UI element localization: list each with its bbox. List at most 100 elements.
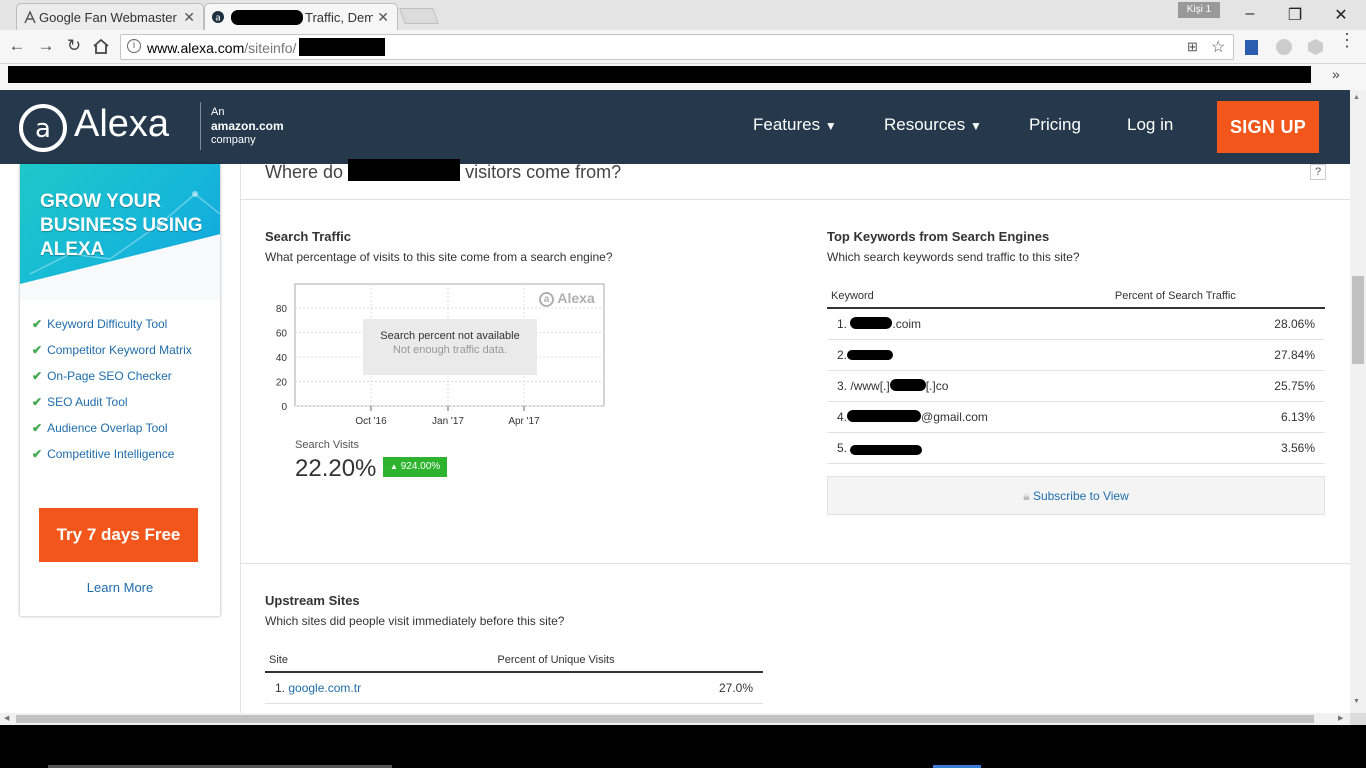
bookmark-star-icon[interactable]: ☆ (1211, 37, 1225, 57)
promo-banner: GROW YOUR BUSINESS USING ALEXA (20, 164, 220, 300)
svg-text:a: a (35, 114, 51, 144)
browser-tab-webmaster[interactable]: Google Fan Webmaster F ✕ (16, 3, 204, 30)
amazon-line-2: amazon.com (211, 119, 284, 133)
section-title-start: Where do (265, 162, 344, 182)
amazon-line-3: company (211, 134, 256, 146)
minimize-icon[interactable]: – (1240, 5, 1260, 23)
main-content: Where do visitors come from? ? Search Tr… (240, 159, 1350, 713)
dropdown-caret-icon: ▼ (824, 119, 837, 133)
translate-icon[interactable]: ⊞ (1187, 39, 1198, 55)
home-icon[interactable] (92, 38, 110, 55)
extension-globe-icon[interactable] (1276, 39, 1292, 55)
alexa-logo-icon[interactable]: a (18, 103, 68, 153)
row-number: 1. (837, 317, 848, 331)
feature-item[interactable]: ✔ Keyword Difficulty Tool (32, 317, 167, 331)
try-free-button[interactable]: Try 7 days Free (39, 508, 198, 562)
feature-label: Competitor Keyword Matrix (47, 343, 192, 357)
percent-cell: 3.56% (1110, 432, 1325, 464)
checkmark-icon: ✔ (32, 447, 43, 461)
site-link[interactable]: google.com.tr (288, 681, 361, 695)
x-tick-label: Oct '16 (355, 416, 387, 427)
extension-shield-icon[interactable] (1308, 39, 1323, 55)
upstream-subtitle: Which sites did people visit immediately… (265, 614, 565, 628)
dropdown-caret-icon: ▼ (970, 119, 982, 133)
divider (241, 563, 1350, 564)
back-icon[interactable]: ← (6, 36, 28, 56)
close-window-icon[interactable]: ✕ (1331, 5, 1351, 25)
divider (241, 199, 1350, 200)
table-header: Keyword Percent of Search Traffic (827, 285, 1325, 309)
table-row: 1. .coim 28.06% (827, 308, 1325, 340)
percent-cell: 25.75% (1110, 370, 1325, 402)
browser-tab-alexa[interactable]: a Traffic, Dem ✕ (204, 3, 398, 30)
tab-title: Traffic, Dem (305, 9, 373, 25)
y-tick-label: 20 (276, 378, 288, 389)
x-tick-label: Apr '17 (508, 416, 540, 427)
scrollbar-thumb[interactable] (1352, 276, 1364, 364)
svg-text:a: a (215, 14, 221, 24)
learn-more-link[interactable]: Learn More (20, 580, 220, 595)
redacted-block (850, 317, 893, 329)
checkmark-icon: ✔ (32, 369, 43, 383)
nav-resources[interactable]: Resources ▼ (884, 115, 982, 135)
menu-icon[interactable]: ⋮ (1338, 31, 1356, 49)
scroll-left-icon[interactable]: ◀ (4, 714, 9, 722)
search-traffic-title: Search Traffic (265, 229, 351, 244)
feature-item[interactable]: ✔ On-Page SEO Checker (32, 369, 172, 383)
row-number: 4. (837, 410, 848, 424)
scroll-right-icon[interactable]: ▶ (1338, 714, 1343, 722)
browser-toolbar: ← → ↻ i www.alexa.com/siteinfo/ ⊞ ☆ ⋮ (0, 30, 1366, 64)
keywords-title: Top Keywords from Search Engines (827, 229, 1050, 244)
alexa-logo-text[interactable]: Alexa (74, 103, 169, 146)
percent-cell: 27.0% (493, 672, 763, 704)
scroll-up-icon[interactable]: ▲ (1353, 94, 1360, 101)
search-visits-label: Search Visits (295, 439, 359, 451)
subscribe-to-view-link[interactable]: 🔒︎ Subscribe to View (827, 476, 1325, 515)
new-tab-button[interactable] (399, 8, 439, 24)
horizontal-scrollbar[interactable]: ◀ ▶ (0, 713, 1350, 725)
feature-label: SEO Audit Tool (47, 395, 128, 409)
up-arrow-icon: ▲ (390, 462, 398, 471)
nav-login[interactable]: Log in (1127, 115, 1173, 135)
feature-item[interactable]: ✔ Competitor Keyword Matrix (32, 343, 192, 357)
redacted-block (231, 10, 303, 25)
forward-icon[interactable]: → (35, 36, 57, 56)
webmaster-tab-icon (24, 10, 36, 24)
upstream-title: Upstream Sites (265, 593, 360, 608)
feature-item[interactable]: ✔ Audience Overlap Tool (32, 421, 168, 435)
help-icon[interactable]: ? (1310, 164, 1326, 180)
section-title: Where do visitors come from? (265, 159, 621, 183)
more-bookmarks-icon[interactable]: » (1332, 66, 1340, 82)
sign-up-button[interactable]: SIGN UP (1217, 101, 1319, 153)
close-tab-icon[interactable]: ✕ (183, 9, 195, 26)
column-header-site: Site (265, 649, 494, 673)
table-header: Site Percent of Unique Visits (265, 649, 763, 673)
percent-cell: 27.84% (1110, 339, 1325, 371)
extension-bookmark-icon[interactable] (1245, 40, 1258, 55)
restore-icon[interactable]: ❐ (1285, 5, 1305, 25)
feature-item[interactable]: ✔ SEO Audit Tool (32, 395, 128, 409)
feature-label: Keyword Difficulty Tool (47, 317, 168, 331)
scroll-down-icon[interactable]: ▼ (1353, 698, 1360, 705)
checkmark-icon: ✔ (32, 343, 43, 357)
info-icon[interactable]: i (127, 39, 141, 53)
url-path: /siteinfo/ (244, 40, 297, 56)
nav-features[interactable]: Features ▼ (753, 115, 837, 135)
profile-button[interactable]: Kişi 1 (1178, 2, 1220, 18)
lock-icon: 🔒︎ (1023, 489, 1030, 503)
checkmark-icon: ✔ (32, 421, 43, 435)
alexa-tab-icon: a (212, 11, 224, 24)
scrollbar-thumb[interactable] (16, 715, 1314, 723)
alexa-navbar: a Alexa An amazon.com company Features ▼… (0, 90, 1350, 164)
keyword-text: /www[.] (850, 379, 890, 393)
reload-icon[interactable]: ↻ (63, 36, 85, 56)
address-bar[interactable]: i www.alexa.com/siteinfo/ ⊞ ☆ (120, 34, 1234, 60)
no-data-line-2: Not enough traffic data. (392, 344, 508, 356)
column-header-percent: Percent of Search Traffic (1110, 285, 1325, 309)
close-tab-icon[interactable]: ✕ (377, 9, 389, 26)
nav-pricing[interactable]: Pricing (1029, 115, 1081, 135)
tab-title: Google Fan Webmaster F (39, 9, 179, 25)
vertical-scrollbar[interactable]: ▲ ▼ (1350, 90, 1366, 713)
redacted-block (847, 350, 894, 360)
feature-item[interactable]: ✔ Competitive Intelligence (32, 447, 174, 461)
